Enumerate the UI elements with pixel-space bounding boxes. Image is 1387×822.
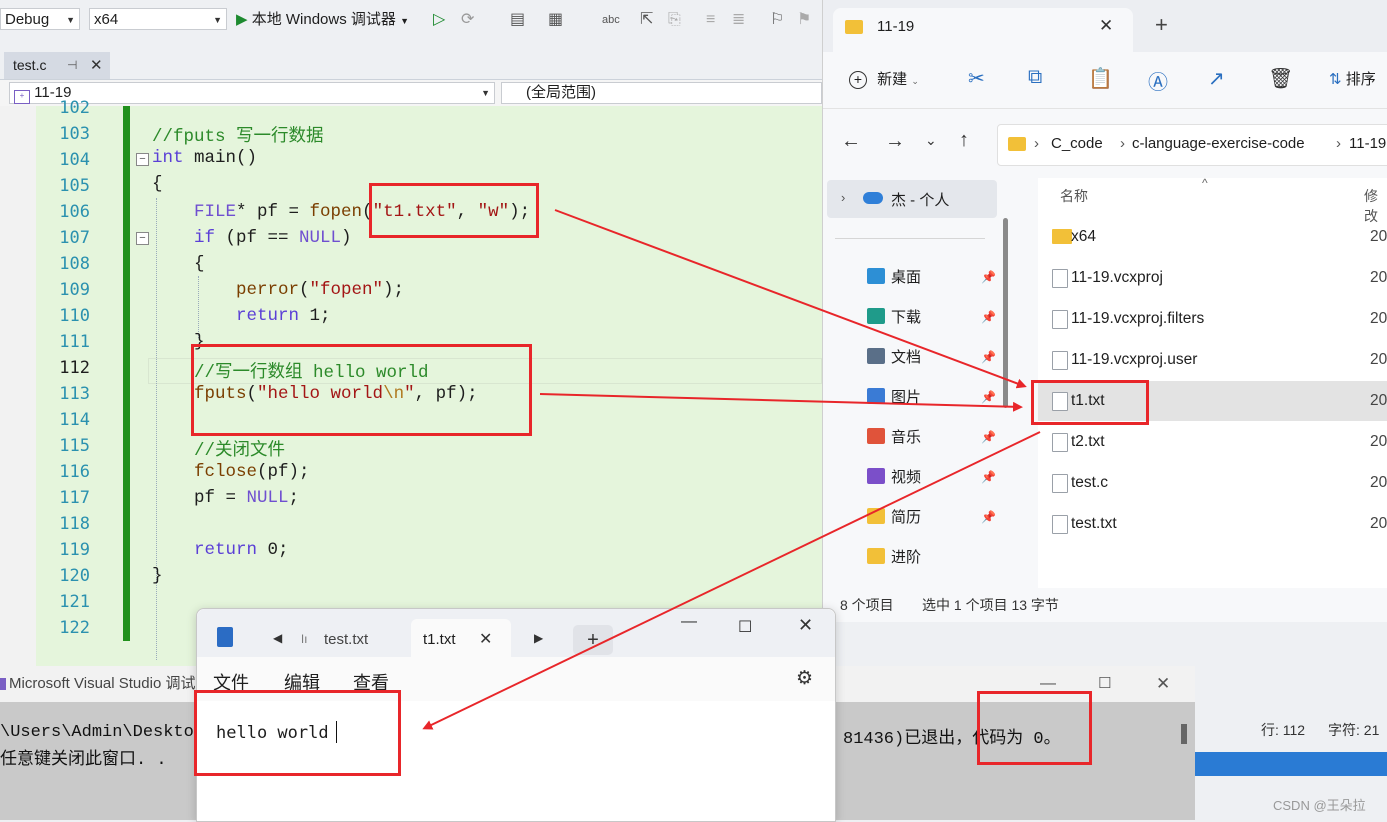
annotation-arrows: [422, 209, 1041, 730]
arrow-fputs-to-file: [539, 393, 1023, 412]
watermark-text: CSDN @王朵拉: [1273, 798, 1366, 813]
arrow-file-to-notepad: [422, 431, 1041, 730]
arrow-fopen-to-file: [554, 209, 1027, 389]
